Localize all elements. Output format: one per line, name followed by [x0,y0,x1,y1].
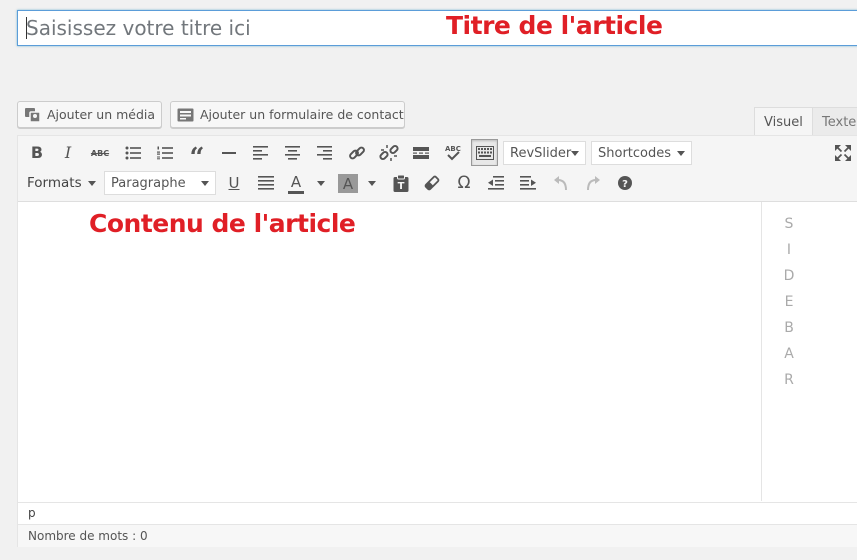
tab-text[interactable]: Texte [812,107,857,136]
title-annotation: Titre de l'article [446,11,663,40]
sidebar-divider [761,202,762,501]
svg-text:T: T [398,181,405,192]
chevron-down-icon [87,180,96,186]
chevron-down-icon [368,180,376,186]
unlink-icon[interactable] [376,140,402,166]
post-title-field[interactable] [17,10,857,46]
revslider-dropdown[interactable]: RevSlider [503,141,586,165]
sidebar-letter: B [784,320,794,336]
tab-visual[interactable]: Visuel [754,107,813,137]
align-left-icon[interactable] [247,140,273,166]
outdent-icon[interactable] [483,170,509,196]
add-contact-form-label: Ajouter un formulaire de contact [200,107,404,122]
post-title-input[interactable] [18,11,857,45]
add-media-label: Ajouter un média [47,107,156,122]
add-media-button[interactable]: Ajouter un média [17,101,162,128]
form-icon [177,108,194,121]
read-more-icon[interactable] [408,140,434,166]
clear-formatting-icon[interactable] [419,170,445,196]
content-annotation: Contenu de l'article [89,209,356,238]
numbered-list-icon[interactable] [152,140,178,166]
fullscreen-icon[interactable] [830,140,856,166]
justify-icon[interactable] [253,170,279,196]
word-count-label: Nombre de mots : 0 [28,529,148,543]
word-count: Nombre de mots : 0 [18,524,857,547]
background-color-icon[interactable]: A [338,170,382,196]
element-path[interactable]: p [18,502,857,524]
align-right-icon[interactable] [311,140,337,166]
svg-text:?: ? [622,179,628,190]
underline-icon[interactable]: U [221,170,247,196]
element-path-label[interactable]: p [28,506,36,520]
chevron-down-icon [571,150,580,156]
link-icon[interactable] [344,140,370,166]
toolbar-toggle-icon[interactable] [471,139,498,166]
paste-as-text-icon[interactable]: T [388,170,414,196]
sidebar-letter: R [784,372,794,388]
revslider-label: RevSlider [510,145,572,161]
sidebar-letter: D [783,268,795,284]
special-character-icon[interactable]: Ω [451,170,477,196]
redo-icon[interactable] [580,170,606,196]
help-icon[interactable]: ? [612,170,638,196]
formats-dropdown[interactable]: Formats [27,171,96,195]
sidebar-letter: A [784,346,794,362]
chevron-down-icon [317,180,325,186]
bullet-list-icon[interactable] [120,140,146,166]
bold-icon[interactable]: B [24,140,50,166]
paragraph-dropdown[interactable]: Paragraphe [104,171,216,195]
undo-icon[interactable] [548,170,574,196]
formats-label: Formats [27,175,82,191]
sidebar-letter: I [786,242,792,258]
italic-icon[interactable]: I [55,140,81,166]
text-caret [26,17,27,39]
chevron-down-icon [677,150,685,156]
media-icon [25,107,41,123]
add-contact-form-button[interactable]: Ajouter un formulaire de contact [170,101,405,128]
paragraph-label: Paragraphe [111,175,186,191]
tab-text-label: Texte [822,114,857,130]
align-center-icon[interactable] [279,140,305,166]
strikethrough-icon[interactable]: ABC [87,140,113,166]
indent-icon[interactable] [515,170,541,196]
blockquote-icon[interactable]: “ [184,140,210,171]
spellcheck-icon[interactable]: ABC [440,140,466,166]
horizontal-rule-icon[interactable] [216,140,242,166]
chevron-down-icon [201,180,209,186]
tab-visual-label: Visuel [764,115,803,130]
sidebar-letter: S [784,216,794,232]
sidebar-letter: E [784,294,794,310]
shortcodes-dropdown[interactable]: Shortcodes [591,141,692,165]
shortcodes-label: Shortcodes [598,145,672,161]
text-color-icon[interactable]: A [285,170,329,196]
